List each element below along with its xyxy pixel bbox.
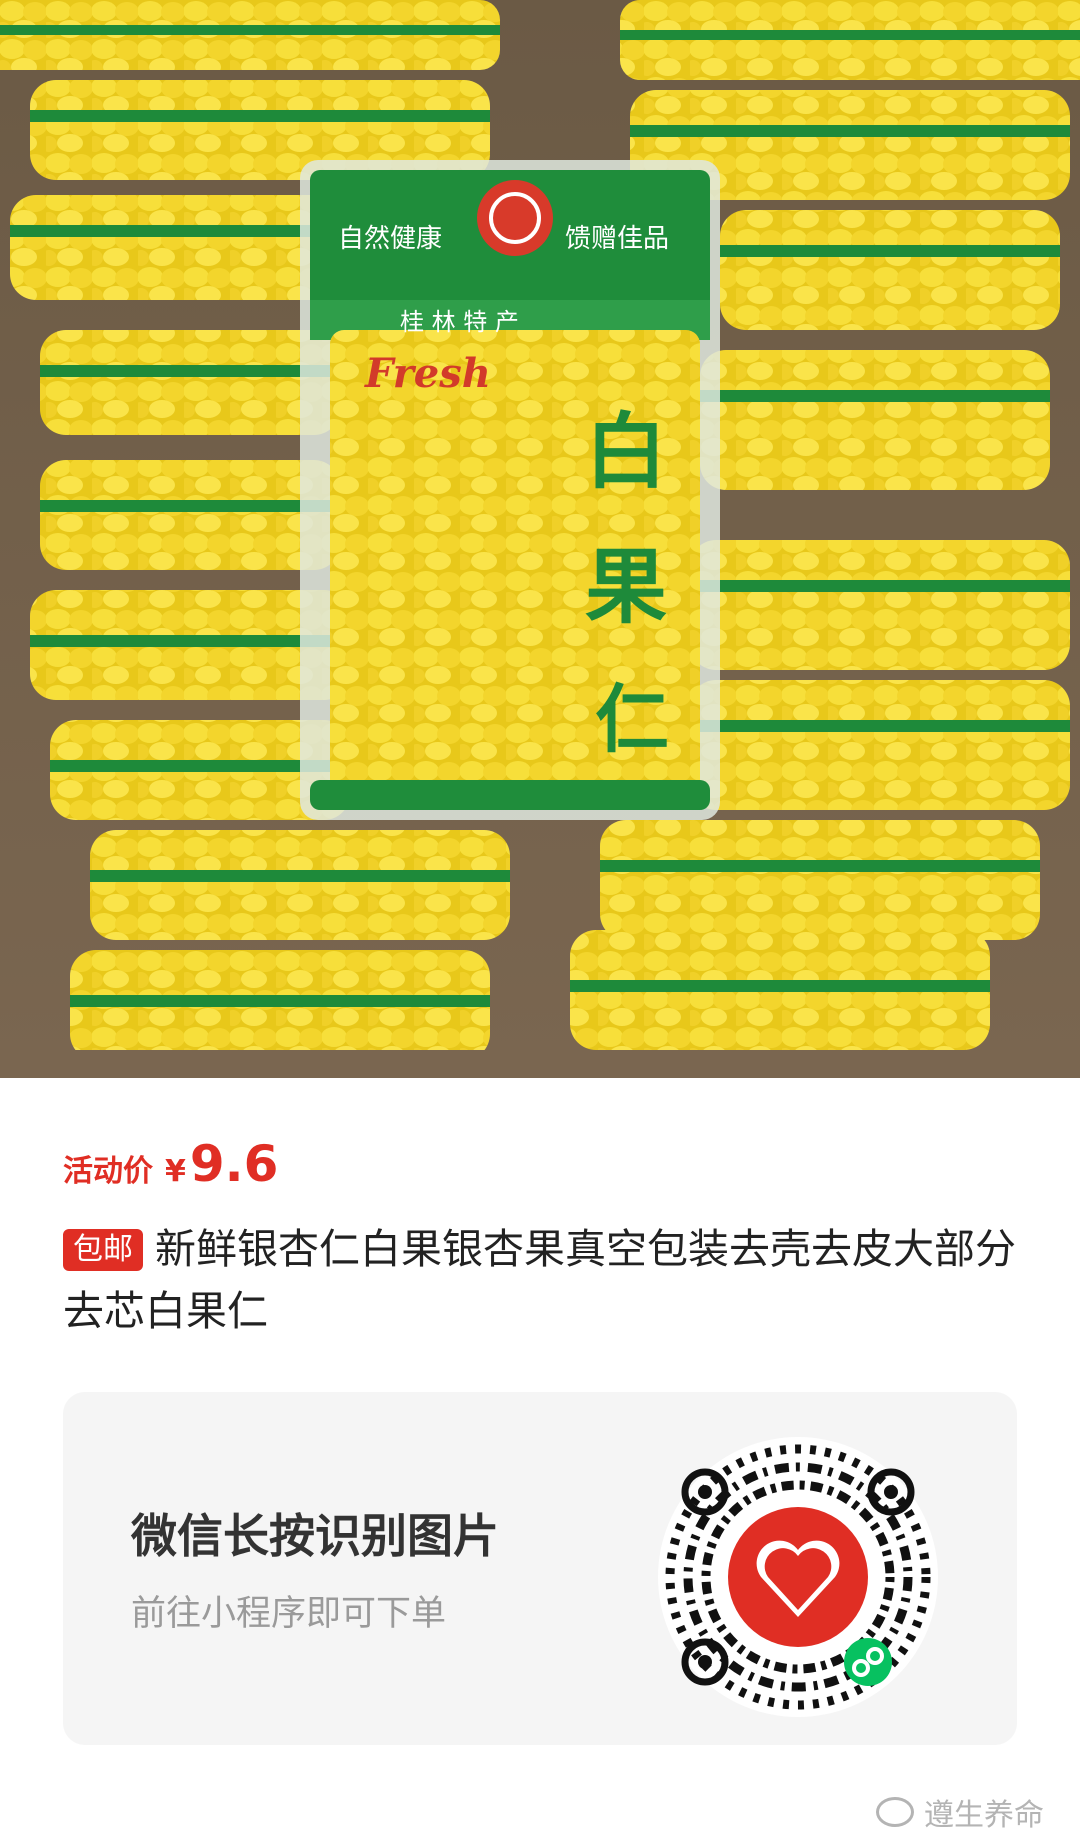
package-text-guo: 果 <box>585 540 668 635</box>
ginkgo-nut-packages-image <box>0 0 1080 1078</box>
price-value: 9.6 <box>189 1135 279 1193</box>
free-shipping-badge: 包邮 <box>63 1229 143 1271</box>
product-title[interactable]: 包邮 新鲜银杏仁白果银杏果真空包装去壳去皮大部分去芯白果仁 <box>63 1218 1023 1342</box>
product-photo[interactable]: 自然健康 馈赠佳品 桂 林 特 产 Fresh 白 果 仁 <box>0 0 1080 1078</box>
watermark-text: 遵生养命 <box>924 1798 1044 1833</box>
package-text-ren: 仁 <box>595 677 669 763</box>
mini-program-card[interactable]: 微信长按识别图片 前往小程序即可下单 <box>63 1392 1017 1745</box>
product-title-text: 新鲜银杏仁白果银杏果真空包装去壳去皮大部分去芯白果仁 <box>63 1225 1016 1335</box>
card-subtitle: 前往小程序即可下单 <box>131 1594 447 1634</box>
package-text-health: 自然健康 <box>338 224 443 254</box>
package-text-origin: 桂 林 特 产 <box>400 308 519 336</box>
account-watermark: 遵生养命 <box>876 1790 1044 1834</box>
wechat-icon <box>876 1797 914 1827</box>
price-row: 活动价 ¥ 9.6 <box>63 1135 278 1195</box>
price-currency: ¥ <box>165 1154 186 1189</box>
card-title: 微信长按识别图片 <box>131 1509 499 1563</box>
package-text-fresh: Fresh <box>365 350 491 397</box>
package-text-bai: 白 <box>585 405 668 500</box>
mini-program-qr-code-icon[interactable] <box>653 1432 943 1722</box>
activity-price-label: 活动价 <box>63 1154 153 1189</box>
package-text-gift: 馈赠佳品 <box>565 224 670 254</box>
